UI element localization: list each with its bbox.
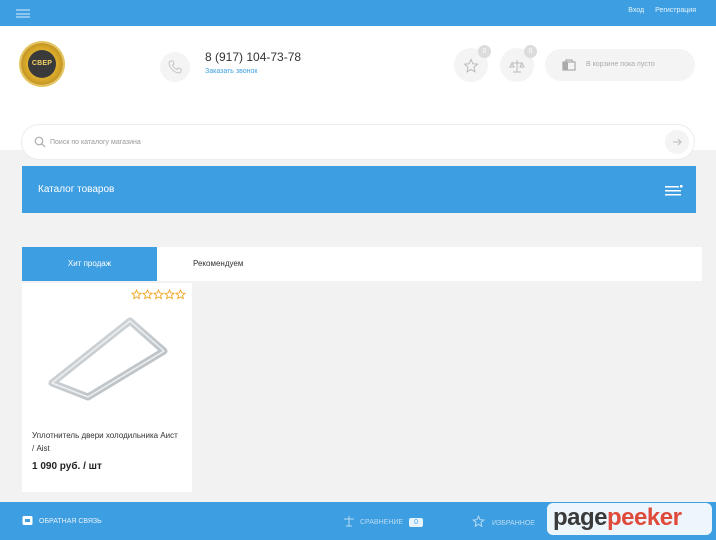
cart-icon (562, 59, 576, 71)
bottom-compare-button[interactable]: СРАВНЕНИЕ 0 (343, 515, 423, 527)
feedback-icon (22, 516, 33, 525)
watermark-part2: peeker (607, 504, 682, 531)
feedback-button[interactable]: ОБРАТНАЯ СВЯЗЬ (22, 515, 102, 526)
search-input[interactable] (50, 134, 650, 150)
compare-count-badge: 0 (524, 45, 537, 58)
phone-icon[interactable] (160, 52, 190, 82)
bottom-favorites-button[interactable]: ИЗБРАННОЕ (472, 515, 535, 528)
pagepeeker-watermark: pagepeeker (547, 503, 712, 535)
watermark-part1: page (553, 504, 608, 531)
search-bar (21, 124, 695, 160)
phone-number[interactable]: 8 (917) 104-73-78 (205, 50, 301, 64)
product-image[interactable] (44, 311, 170, 403)
product-card[interactable]: Уплотнитель двери холодильника Аист / Ai… (22, 283, 192, 492)
star-icon (472, 515, 485, 528)
feedback-label: ОБРАТНАЯ СВЯЗЬ (39, 518, 102, 525)
arrow-right-icon (673, 138, 682, 146)
menu-icon[interactable] (16, 9, 30, 18)
scales-icon (509, 60, 525, 73)
compare-count: 0 (409, 518, 423, 527)
auth-links: Вход Регистрация (619, 7, 696, 14)
search-icon (34, 136, 46, 148)
logo-text: СВЕР (28, 50, 56, 78)
product-name[interactable]: Уплотнитель двери холодильника Аист / Ai… (32, 429, 182, 455)
register-link[interactable]: Регистрация (655, 7, 696, 14)
search-submit-button[interactable] (665, 130, 689, 154)
product-tabs: Хит продаж Рекомендуем (22, 247, 702, 281)
product-price: 1 090 руб. / шт (32, 461, 102, 472)
catalog-menu-icon[interactable] (665, 185, 683, 197)
tab-recommended[interactable]: Рекомендуем (193, 259, 243, 268)
compare-button[interactable]: 0 (500, 45, 537, 82)
login-link[interactable]: Вход (628, 7, 644, 14)
tab-bestsellers[interactable]: Хит продаж (22, 247, 157, 281)
star-icon (463, 58, 479, 73)
site-header: СВЕР 8 (917) 104-73-78 Заказать звонок 0… (0, 26, 716, 160)
top-bar: Вход Регистрация (0, 0, 716, 26)
favorites-label: ИЗБРАННОЕ (492, 520, 535, 527)
catalog-title: Каталог товаров (38, 184, 115, 195)
rating-stars-icon (131, 289, 186, 300)
cart-status: В корзине пока пусто (586, 61, 655, 68)
compare-label: СРАВНЕНИЕ (360, 519, 404, 526)
favorites-button[interactable]: 0 (454, 45, 491, 82)
logo[interactable]: СВЕР (21, 43, 63, 85)
scales-icon (344, 516, 354, 527)
catalog-bar[interactable]: Каталог товаров (22, 166, 696, 213)
cart-button[interactable]: В корзине пока пусто (545, 49, 695, 81)
callback-link[interactable]: Заказать звонок (205, 68, 257, 75)
watermark-logo: pagepeeker (553, 504, 682, 532)
favorites-count-badge: 0 (478, 45, 491, 58)
